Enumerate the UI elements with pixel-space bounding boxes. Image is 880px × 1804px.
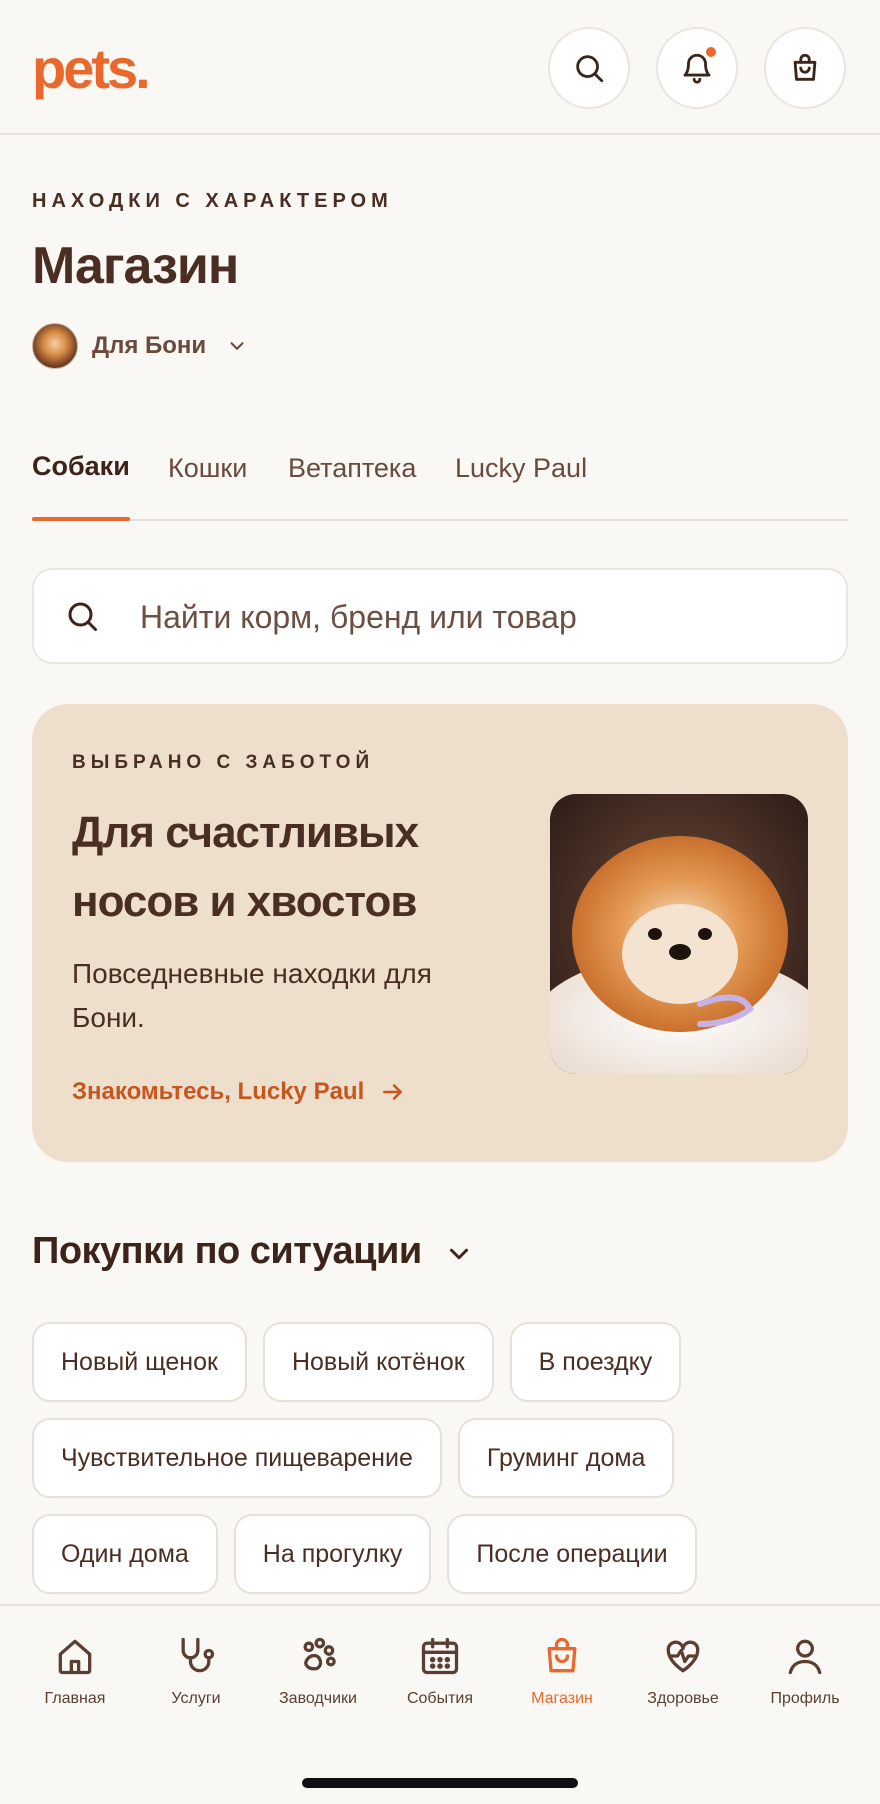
nav-shop-label: Магазин [531,1690,593,1707]
chevron-down-icon [449,1248,468,1259]
notification-badge [706,47,716,57]
promo-link-label: Знакомьтесь, Lucky Paul [72,1078,365,1105]
nav-events[interactable]: События [379,1634,501,1708]
chevron-down-icon [230,341,244,350]
tab-dogs[interactable]: Собаки [32,451,130,482]
pet-selector[interactable]: Для Бони [32,323,248,369]
pet-avatar [32,323,78,369]
nav-home-label: Главная [44,1690,106,1707]
bottom-navigation: Главная Услуги Заводчики События Магазин… [0,1604,880,1804]
nav-home[interactable]: Главная [14,1634,136,1708]
nav-profile-label: Профиль [770,1690,840,1707]
tab-vet-pharmacy[interactable]: Ветаптека [288,453,416,484]
nav-shop[interactable]: Магазин [501,1634,623,1708]
situation-chips: Новый щенок Новый котёнок В поездку Чувс… [32,1322,848,1610]
nav-services[interactable]: Услуги [135,1634,257,1708]
nav-health[interactable]: Здоровье [622,1634,744,1708]
calendar-icon [421,1637,459,1675]
pet-selector-label: Для Бони [92,332,207,359]
search-icon [68,602,97,631]
stethoscope-icon [181,1637,215,1673]
home-icon [58,1639,92,1675]
promo-card[interactable]: ВЫБРАНО С ЗАБОТОЙ Для счастливых носов и… [32,704,848,1162]
chip-travel[interactable]: В поездку [509,1322,682,1402]
nav-profile[interactable]: Профиль [744,1634,866,1708]
promo-image-pomeranian [550,794,808,1074]
nav-breeders-label: Заводчики [279,1690,357,1707]
chip-new-puppy[interactable]: Новый щенок [32,1322,247,1402]
notifications-button[interactable] [656,27,738,109]
page-eyebrow: НАХОДКИ С ХАРАКТЕРОМ [32,190,393,212]
search-bar[interactable] [32,568,848,664]
promo-description: Повседневные находки для Бони. [72,958,432,1033]
category-tabs: Собаки Кошки Ветаптека Lucky Paul [32,445,848,521]
chip-sensitive-digestion[interactable]: Чувствительное пищеварение [32,1418,442,1498]
heart-pulse-icon [666,1640,700,1673]
app-header: pets. [0,0,880,135]
promo-title: Для счастливых носов и хвостов [72,808,419,926]
tab-lucky-paul[interactable]: Lucky Paul [455,453,587,484]
shopping-bag-icon [793,53,817,81]
nav-health-label: Здоровье [647,1690,719,1707]
app-logo[interactable]: pets. [32,36,151,101]
search-icon [576,55,604,83]
page-title: Магазин [32,237,239,295]
shopping-bag-icon [547,1637,577,1673]
chip-after-surgery[interactable]: После операции [447,1514,697,1594]
nav-services-label: Услуги [171,1690,221,1707]
situations-header[interactable]: Покупки по ситуации [32,1230,474,1273]
promo-eyebrow: ВЫБРАНО С ЗАБОТОЙ [72,752,375,773]
promo-link[interactable]: Знакомьтесь, Lucky Paul [72,1078,406,1106]
paw-icon [303,1637,336,1671]
home-indicator [302,1778,578,1788]
nav-events-label: События [406,1690,474,1707]
tab-cats[interactable]: Кошки [168,453,247,484]
chip-walk[interactable]: На прогулку [233,1514,432,1594]
arrow-right-icon [383,1084,403,1100]
chip-home-grooming[interactable]: Груминг дома [457,1418,675,1498]
chip-new-kitten[interactable]: Новый котёнок [262,1322,494,1402]
user-icon [788,1639,822,1675]
nav-breeders[interactable]: Заводчики [257,1634,379,1708]
search-button[interactable] [548,27,630,109]
cart-button[interactable] [764,27,846,109]
situations-title: Покупки по ситуации [32,1230,422,1272]
chip-home-alone[interactable]: Один дома [32,1514,218,1594]
active-tab-indicator [32,517,130,521]
search-input[interactable] [138,590,822,644]
